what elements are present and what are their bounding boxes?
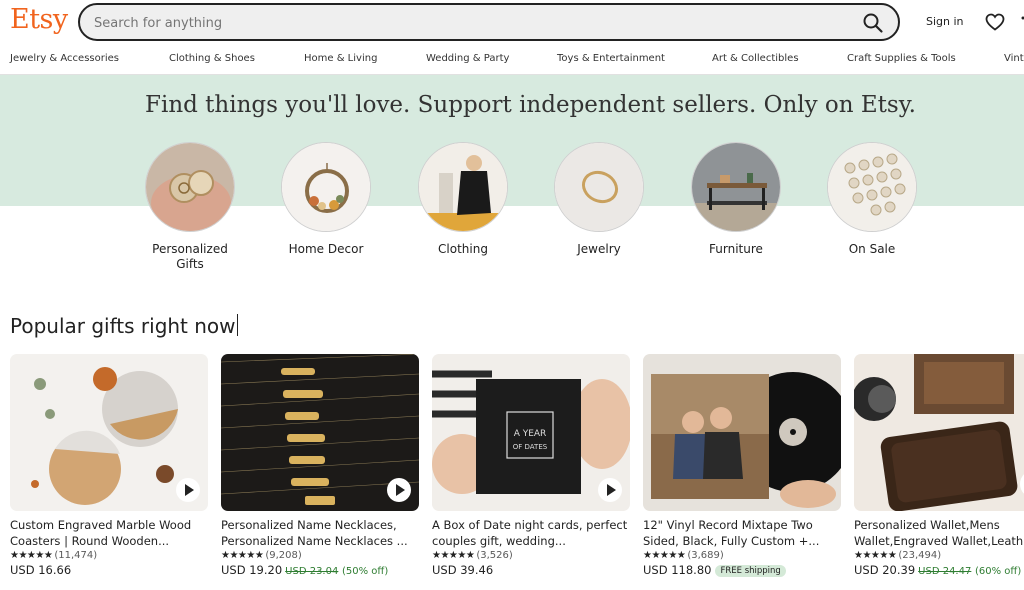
category-image: [691, 142, 781, 232]
nav-item-vintage[interactable]: Vint: [1004, 53, 1024, 64]
category-nav: Jewelry & Accessories Clothing & Shoes H…: [0, 44, 1024, 75]
category-furniture[interactable]: Furniture: [691, 142, 781, 257]
section-title: Popular gifts right now: [10, 314, 236, 338]
price-current: USD 39.46: [432, 563, 494, 577]
category-personalized-gifts[interactable]: Personalized Gifts: [145, 142, 235, 272]
product-title[interactable]: Personalized Wallet,Mens Wallet,Engraved…: [854, 517, 1024, 549]
category-image: [554, 142, 644, 232]
product-rating: ★★★★★ (11,474): [10, 550, 208, 561]
play-video-icon[interactable]: [387, 478, 411, 502]
category-clothing[interactable]: Clothing: [418, 142, 508, 257]
product-price: USD 16.66: [10, 563, 208, 577]
play-video-icon[interactable]: [176, 478, 200, 502]
product-price: USD 39.46: [432, 563, 630, 577]
site-header: Etsy Sign in: [0, 0, 1024, 44]
category-image: [145, 142, 235, 232]
box-text-line2: OF DATES: [513, 443, 548, 451]
category-label: Jewelry: [577, 242, 621, 256]
product-image[interactable]: [10, 354, 208, 511]
search-icon[interactable]: [862, 12, 884, 34]
price-original: USD 24.47: [918, 566, 972, 577]
product-card[interactable]: A YEAR OF DATES A Box of Date night cards…: [432, 354, 630, 577]
sign-in-link[interactable]: Sign in: [926, 15, 964, 28]
product-rating: ★★★★★ (9,208): [221, 550, 419, 561]
category-label: Home Decor: [288, 242, 364, 256]
price-current: USD 19.20: [221, 563, 283, 577]
review-count: (3,526): [476, 550, 513, 561]
product-price: USD 118.80 FREE shipping: [643, 563, 841, 577]
product-title[interactable]: A Box of Date night cards, perfect coupl…: [432, 517, 630, 549]
category-image: [281, 142, 371, 232]
discount-badge: (50% off): [342, 566, 389, 577]
category-home-decor[interactable]: Home Decor: [281, 142, 371, 257]
star-rating-icon: ★★★★★: [643, 550, 686, 561]
heart-icon[interactable]: [984, 11, 1006, 33]
search-input[interactable]: [94, 13, 834, 33]
nav-item-art[interactable]: Art & Collectibles: [712, 53, 799, 64]
nav-item-wedding[interactable]: Wedding & Party: [426, 53, 509, 64]
star-rating-icon: ★★★★★: [10, 550, 53, 561]
review-count: (3,689): [687, 550, 724, 561]
product-image[interactable]: [854, 354, 1024, 511]
category-label: Furniture: [709, 242, 763, 256]
discount-badge: (60% off): [975, 566, 1022, 577]
free-shipping-badge: FREE shipping: [715, 565, 786, 577]
play-video-icon[interactable]: [598, 478, 622, 502]
price-current: USD 118.80: [643, 563, 712, 577]
product-title[interactable]: 12" Vinyl Record Mixtape Two Sided, Blac…: [643, 517, 841, 549]
review-count: (23,494): [898, 550, 942, 561]
star-rating-icon: ★★★★★: [432, 550, 475, 561]
product-rating: ★★★★★ (3,526): [432, 550, 630, 561]
nav-item-home[interactable]: Home & Living: [304, 53, 377, 64]
etsy-logo[interactable]: Etsy: [10, 4, 68, 35]
star-rating-icon: ★★★★★: [854, 550, 897, 561]
cart-icon[interactable]: [1019, 6, 1024, 20]
product-price: USD 20.39 USD 24.47 (60% off): [854, 563, 1024, 577]
price-original: USD 23.04: [285, 566, 339, 577]
category-label: Personalized Gifts: [152, 242, 228, 271]
nav-item-jewelry[interactable]: Jewelry & Accessories: [10, 53, 119, 64]
product-image[interactable]: A YEAR OF DATES: [432, 354, 630, 511]
category-image: [827, 142, 917, 232]
hero-title: Find things you'll love. Support indepen…: [145, 92, 916, 118]
product-title[interactable]: Personalized Name Necklaces, Personalize…: [221, 517, 419, 549]
nav-item-clothing[interactable]: Clothing & Shoes: [169, 53, 255, 64]
review-count: (9,208): [265, 550, 302, 561]
price-current: USD 16.66: [10, 563, 72, 577]
nav-item-craft[interactable]: Craft Supplies & Tools: [847, 53, 956, 64]
category-label: On Sale: [848, 242, 896, 256]
product-card[interactable]: Custom Engraved Marble Wood Coasters | R…: [10, 354, 208, 577]
review-count: (11,474): [54, 550, 98, 561]
product-card[interactable]: Personalized Name Necklaces, Personalize…: [221, 354, 419, 577]
box-text-line1: A YEAR: [514, 429, 547, 439]
nav-item-toys[interactable]: Toys & Entertainment: [557, 53, 665, 64]
category-on-sale[interactable]: On Sale: [827, 142, 917, 257]
product-image[interactable]: [643, 354, 841, 511]
category-jewelry[interactable]: Jewelry: [554, 142, 644, 257]
product-image[interactable]: [221, 354, 419, 511]
product-title[interactable]: Custom Engraved Marble Wood Coasters | R…: [10, 517, 208, 549]
product-price: USD 19.20 USD 23.04 (50% off): [221, 563, 419, 577]
product-card[interactable]: 12" Vinyl Record Mixtape Two Sided, Blac…: [643, 354, 841, 577]
product-rating: ★★★★★ (3,689): [643, 550, 841, 561]
price-current: USD 20.39: [854, 563, 916, 577]
star-rating-icon: ★★★★★: [221, 550, 264, 561]
search-bar[interactable]: [78, 3, 900, 41]
category-image: [418, 142, 508, 232]
category-label: Clothing: [438, 242, 488, 256]
product-card[interactable]: Personalized Wallet,Mens Wallet,Engraved…: [854, 354, 1024, 577]
product-rating: ★★★★★ (23,494): [854, 550, 1024, 561]
